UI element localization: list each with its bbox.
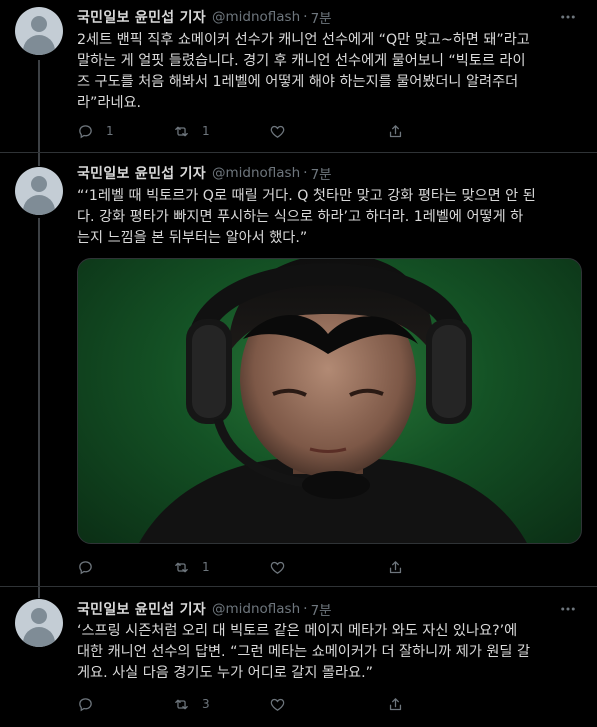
- author-handle[interactable]: @midnoflash: [212, 9, 300, 25]
- author-name[interactable]: 국민일보 윤민섭 기자: [77, 163, 206, 183]
- share-button[interactable]: [387, 123, 483, 140]
- tweet-text-line: “‘1레벨 때 빅토르가 Q로 때릴 거다. Q 첫타만 맞고 강화 평타는 맞…: [77, 188, 536, 204]
- tweet-text-line: 라”라네요.: [77, 95, 142, 111]
- tweet-divider: [0, 152, 597, 153]
- retweet-icon: [175, 562, 188, 572]
- tweet-text-line: ‘스프링 시즌처럼 오리 대 빅토르 같은 메이지 메타가 와도 자신 있나요?…: [77, 623, 518, 639]
- tweet-1[interactable]: 국민일보 윤민섭 기자 @midnoflash · 7분 2세트 밴픽 직후 쇼…: [0, 0, 597, 150]
- tweet-header: 국민일보 윤민섭 기자 @midnoflash · 7분: [77, 163, 332, 183]
- retweet-count: 1: [202, 124, 210, 138]
- tweet-text-line: 는지 느낌을 본 뒤부터는 알아서 했다.”: [77, 230, 308, 246]
- tweet-photo[interactable]: [77, 258, 582, 544]
- share-icon: [389, 697, 402, 710]
- tweet-text-line: 즈 구도를 처음 해봐서 1레벨에 어떻게 해야 하는지를 물어봤더니 알려주더: [77, 74, 519, 90]
- retweet-button[interactable]: 1: [173, 123, 269, 140]
- tweet-text: 2세트 밴픽 직후 쇼메이커 선수가 캐니언 선수에게 “Q만 맞고~하면 돼”…: [77, 30, 582, 114]
- author-handle[interactable]: @midnoflash: [212, 601, 300, 617]
- author-name[interactable]: 국민일보 윤민섭 기자: [77, 599, 206, 619]
- heart-icon: [270, 561, 285, 574]
- retweet-button[interactable]: 3: [173, 696, 269, 713]
- timestamp[interactable]: 7분: [311, 7, 332, 27]
- like-button[interactable]: [269, 123, 365, 140]
- avatar[interactable]: [15, 167, 63, 215]
- avatar[interactable]: [15, 7, 63, 55]
- heart-icon: [270, 125, 285, 138]
- timestamp[interactable]: 7분: [311, 599, 332, 619]
- tweet-actions: 3: [77, 694, 507, 714]
- share-icon: [389, 124, 402, 137]
- reply-button[interactable]: 1: [77, 123, 173, 140]
- share-button[interactable]: [387, 696, 483, 713]
- timestamp[interactable]: 7분: [311, 163, 332, 183]
- retweet-button[interactable]: 1: [173, 559, 269, 576]
- tweet-text-line: 대한 캐니언 선수의 답변. “그런 메타는 쇼메이커가 더 잘하니까 제가 원…: [77, 644, 531, 660]
- retweet-count: 3: [202, 697, 210, 711]
- tweet-actions: 1 1: [77, 121, 507, 141]
- reply-count: 1: [106, 124, 114, 138]
- author-handle[interactable]: @midnoflash: [212, 165, 300, 181]
- tweet-header: 국민일보 윤민섭 기자 @midnoflash · 7분: [77, 7, 332, 27]
- retweet-icon: [175, 699, 188, 709]
- tweet-header: 국민일보 윤민섭 기자 @midnoflash · 7분: [77, 599, 332, 619]
- more-options-icon[interactable]: [557, 7, 579, 27]
- share-button[interactable]: [387, 559, 483, 576]
- tweet-text-line: 다. 강화 평타가 빠지면 푸시하는 식으로 하라’고 하더라. 1레벨에 어떻…: [77, 209, 524, 225]
- separator: ·: [303, 601, 308, 617]
- retweet-count: 1: [202, 560, 210, 574]
- separator: ·: [303, 165, 308, 181]
- tweet-3[interactable]: 국민일보 윤민섭 기자 @midnoflash · 7분 ‘스프링 시즌처럼 오…: [0, 596, 597, 727]
- author-name[interactable]: 국민일보 윤민섭 기자: [77, 7, 206, 27]
- reply-button[interactable]: [77, 559, 173, 576]
- like-button[interactable]: [269, 559, 365, 576]
- reply-icon: [79, 124, 92, 138]
- retweet-icon: [175, 126, 188, 136]
- like-button[interactable]: [269, 696, 365, 713]
- tweet-divider: [0, 586, 597, 587]
- heart-icon: [270, 698, 285, 711]
- tweet-text: “‘1레벨 때 빅토르가 Q로 때릴 거다. Q 첫타만 맞고 강화 평타는 맞…: [77, 186, 582, 249]
- tweet-text-line: 말하는 게 얼핏 들렸습니다. 경기 후 캐니언 선수에게 물어보니 “빅토르 …: [77, 53, 526, 69]
- separator: ·: [303, 9, 308, 25]
- more-options-icon[interactable]: [557, 599, 579, 619]
- tweet-text-line: 게요. 사실 다음 경기도 누가 어디로 갈지 몰라요.”: [77, 665, 373, 681]
- avatar[interactable]: [15, 599, 63, 647]
- reply-button[interactable]: [77, 696, 173, 713]
- player-photo-illustration: [139, 259, 527, 543]
- reply-icon: [79, 560, 92, 574]
- tweet-text-line: 2세트 밴픽 직후 쇼메이커 선수가 캐니언 선수에게 “Q만 맞고~하면 돼”…: [77, 32, 530, 48]
- tweet-actions: 1: [77, 557, 507, 577]
- reply-icon: [79, 697, 92, 711]
- tweet-text: ‘스프링 시즌처럼 오리 대 빅토르 같은 메이지 메타가 와도 자신 있나요?…: [77, 621, 582, 684]
- share-icon: [389, 560, 402, 573]
